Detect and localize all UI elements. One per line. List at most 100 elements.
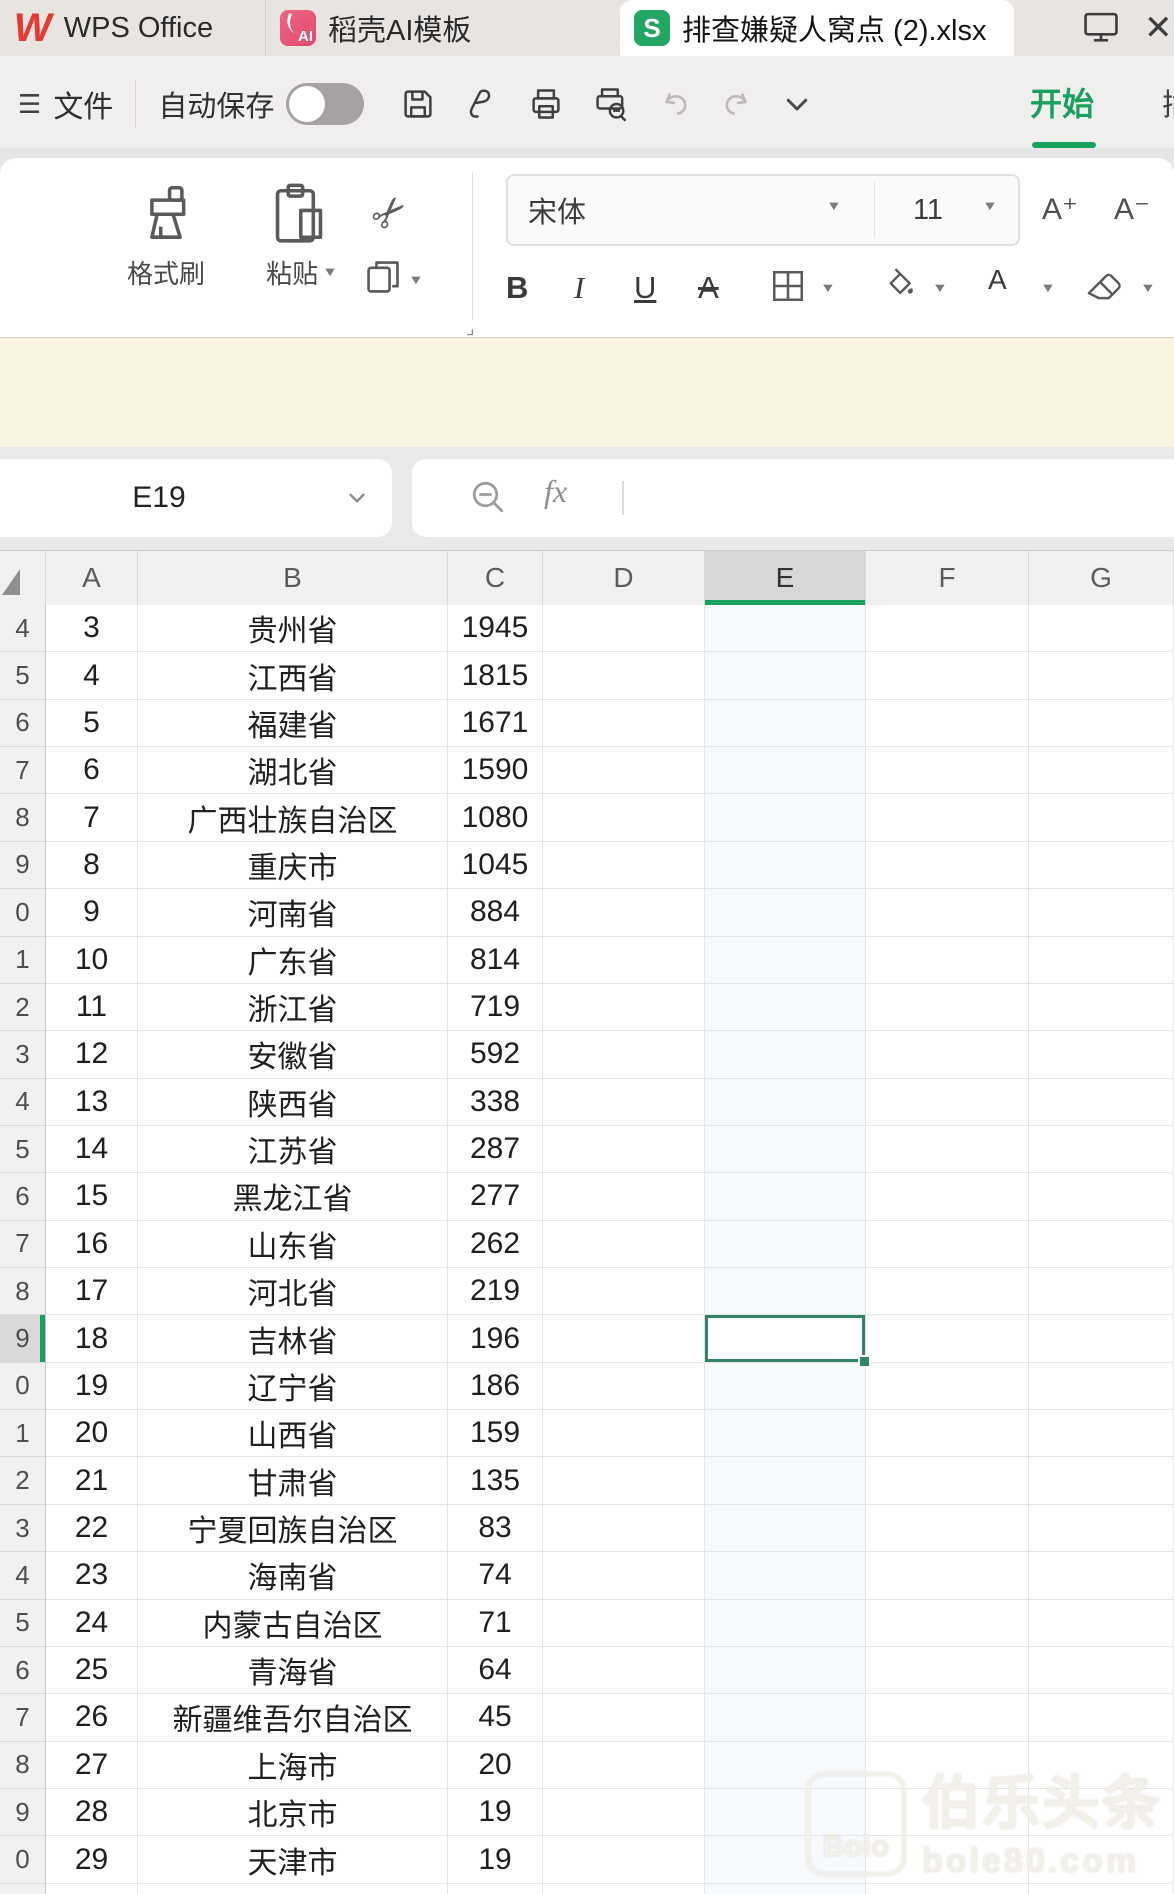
cell-A11[interactable]: 10 <box>46 937 138 984</box>
row-header-8[interactable]: 8 <box>0 794 46 841</box>
cell-G29[interactable] <box>1029 1789 1174 1836</box>
cell-E29[interactable] <box>705 1789 866 1836</box>
strikethrough-button[interactable]: A <box>698 270 719 306</box>
row-header-29[interactable]: 9 <box>0 1789 46 1836</box>
close-button[interactable]: ✕ <box>1138 0 1174 56</box>
row-header-27[interactable]: 7 <box>0 1694 46 1741</box>
cell-G15[interactable] <box>1029 1126 1174 1173</box>
cell-G13[interactable] <box>1029 1031 1174 1078</box>
cell-E12[interactable] <box>705 984 866 1031</box>
cell-A16[interactable]: 15 <box>46 1173 138 1220</box>
column-header-F[interactable]: F <box>866 551 1029 606</box>
cell-D26[interactable] <box>543 1647 705 1694</box>
cell-F15[interactable] <box>866 1126 1029 1173</box>
cell-G19[interactable] <box>1029 1315 1174 1362</box>
cell-C12[interactable]: 719 <box>448 984 543 1031</box>
row-header-6[interactable]: 6 <box>0 700 46 747</box>
cell-D18[interactable] <box>543 1268 705 1315</box>
cell-A26[interactable]: 25 <box>46 1647 138 1694</box>
column-header-B[interactable]: B <box>138 551 448 606</box>
cell-E26[interactable] <box>705 1647 866 1694</box>
font-color-chevron-icon[interactable]: ▼ <box>1040 282 1056 296</box>
cell-E23[interactable] <box>705 1505 866 1552</box>
row-header-18[interactable]: 8 <box>0 1268 46 1315</box>
cell-D5[interactable] <box>543 652 705 699</box>
cell-A19[interactable]: 18 <box>46 1315 138 1362</box>
cell-F7[interactable] <box>866 747 1029 794</box>
cell-E5[interactable] <box>705 652 866 699</box>
cell-D25[interactable] <box>543 1600 705 1647</box>
cell-B12[interactable]: 浙江省 <box>138 984 448 1031</box>
cell-G5[interactable] <box>1029 652 1174 699</box>
cell-A12[interactable]: 11 <box>46 984 138 1031</box>
clear-format-button[interactable] <box>1084 268 1126 311</box>
cell-E11[interactable] <box>705 937 866 984</box>
chevron-down-icon[interactable]: ▼ <box>982 200 998 214</box>
cell-C18[interactable]: 219 <box>448 1268 543 1315</box>
cell-F12[interactable] <box>866 984 1029 1031</box>
row-header-13[interactable]: 3 <box>0 1031 46 1078</box>
cell-G30[interactable] <box>1029 1836 1174 1883</box>
paste-label[interactable]: 粘贴▼ <box>252 254 352 291</box>
cell-C9[interactable]: 1045 <box>448 842 543 889</box>
cell-B9[interactable]: 重庆市 <box>138 842 448 889</box>
cell-C29[interactable]: 19 <box>448 1789 543 1836</box>
cell-C5[interactable]: 1815 <box>448 652 543 699</box>
cell-E13[interactable] <box>705 1031 866 1078</box>
cell-C25[interactable]: 71 <box>448 1600 543 1647</box>
eraser-chevron-icon[interactable]: ▼ <box>1140 282 1156 296</box>
cell-A29[interactable]: 28 <box>46 1789 138 1836</box>
cell-A4[interactable]: 3 <box>46 605 138 652</box>
cell-D11[interactable] <box>543 937 705 984</box>
cell-A20[interactable]: 19 <box>46 1363 138 1410</box>
cell-F20[interactable] <box>866 1363 1029 1410</box>
cell-B10[interactable]: 河南省 <box>138 889 448 936</box>
cell-G21[interactable] <box>1029 1410 1174 1457</box>
cell-G24[interactable] <box>1029 1552 1174 1599</box>
cell-D14[interactable] <box>543 1079 705 1126</box>
cell-E28[interactable] <box>705 1742 866 1789</box>
cell-B30[interactable]: 天津市 <box>138 1836 448 1883</box>
fill-handle[interactable] <box>858 1355 871 1368</box>
cell-A28[interactable]: 27 <box>46 1742 138 1789</box>
cell-E8[interactable] <box>705 794 866 841</box>
cell-F27[interactable] <box>866 1694 1029 1741</box>
cell-D27[interactable] <box>543 1694 705 1741</box>
cell-F30[interactable] <box>866 1836 1029 1883</box>
cell-B23[interactable]: 宁夏回族自治区 <box>138 1505 448 1552</box>
cell-F4[interactable] <box>866 605 1029 652</box>
tab-docer-ai-templates[interactable]: AI 稻壳AI模板 <box>266 0 620 56</box>
tab-active-workbook[interactable]: S 排查嫌疑人窝点 (2).xlsx <box>620 0 1014 56</box>
print-preview-button[interactable] <box>592 85 630 123</box>
cell-C27[interactable]: 45 <box>448 1694 543 1741</box>
row-header-12[interactable]: 2 <box>0 984 46 1031</box>
cell-A13[interactable]: 12 <box>46 1031 138 1078</box>
cell-C13[interactable]: 592 <box>448 1031 543 1078</box>
cell-F19[interactable] <box>866 1315 1029 1362</box>
cell-C6[interactable]: 1671 <box>448 700 543 747</box>
file-menu[interactable]: 文件 <box>53 82 113 126</box>
cell-D24[interactable] <box>543 1552 705 1599</box>
cell-D21[interactable] <box>543 1410 705 1457</box>
monitor-mode-button[interactable] <box>1082 0 1120 56</box>
cell-C24[interactable]: 74 <box>448 1552 543 1599</box>
cell-E16[interactable] <box>705 1173 866 1220</box>
tab-insert-partial[interactable]: 插 <box>1162 56 1174 148</box>
fill-color-button[interactable] <box>880 264 918 303</box>
cell-F17[interactable] <box>866 1221 1029 1268</box>
column-header-C[interactable]: C <box>448 551 543 606</box>
row-header-4[interactable]: 4 <box>0 605 46 652</box>
cell-C10[interactable]: 884 <box>448 889 543 936</box>
cell-A8[interactable]: 7 <box>46 794 138 841</box>
row-header-22[interactable]: 2 <box>0 1457 46 1504</box>
row-header-5[interactable]: 5 <box>0 652 46 699</box>
cell-B11[interactable]: 广东省 <box>138 937 448 984</box>
copy-button[interactable]: ▼ <box>362 256 424 305</box>
font-size-select[interactable]: 11 <box>888 176 968 244</box>
formula-input[interactable]: fx <box>412 459 1174 537</box>
row-header-25[interactable]: 5 <box>0 1600 46 1647</box>
tab-home[interactable]: 开始 <box>1030 56 1094 148</box>
cell-D12[interactable] <box>543 984 705 1031</box>
cell-G28[interactable] <box>1029 1742 1174 1789</box>
cell-E14[interactable] <box>705 1079 866 1126</box>
